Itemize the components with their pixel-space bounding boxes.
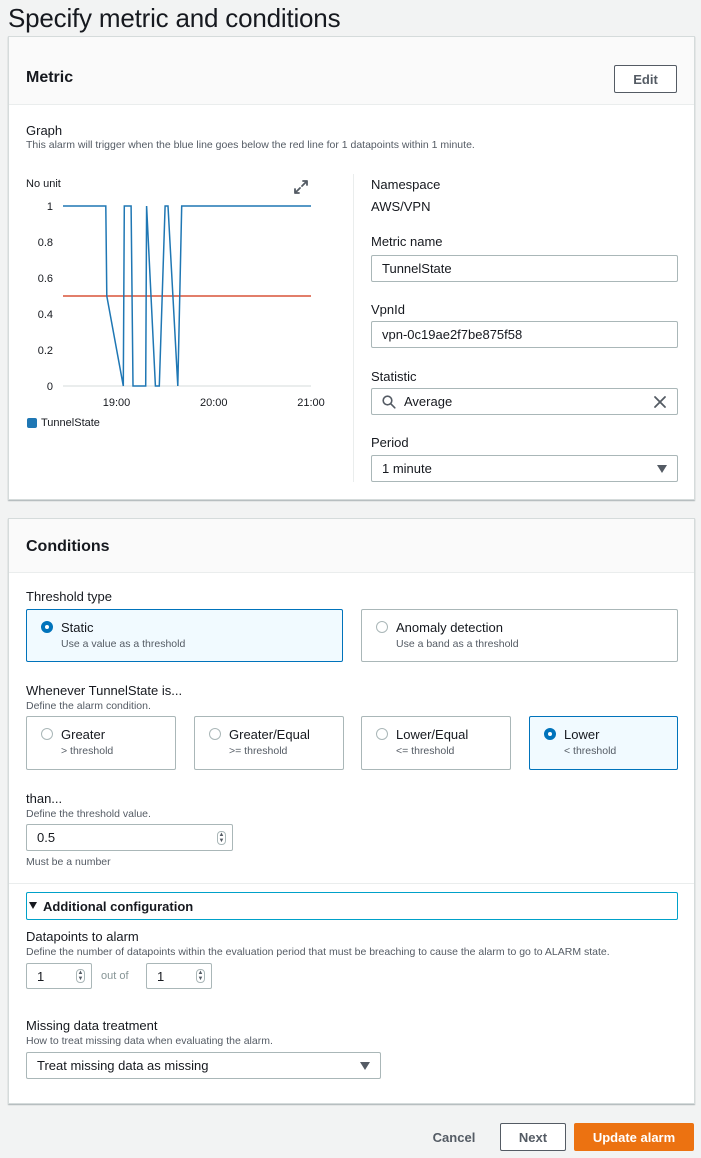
option-title: Lower [564, 727, 600, 742]
radio-selected-icon [41, 621, 53, 633]
edit-button[interactable]: Edit [614, 65, 677, 93]
update-alarm-button[interactable]: Update alarm [574, 1123, 694, 1151]
than-label: than... [26, 791, 63, 806]
y-tick-label: 0 [47, 381, 53, 393]
y-tick-label: 0.6 [38, 273, 53, 285]
datapoints-label: Datapoints to alarm [26, 929, 139, 944]
option-title: Lower/Equal [396, 727, 469, 742]
additional-configuration-toggle[interactable]: Additional configuration [26, 892, 678, 920]
than-description: Define the threshold value. [26, 808, 151, 820]
datapoints-value: 1 [37, 968, 45, 984]
additional-configuration-label: Additional configuration [43, 899, 194, 914]
option-title: Greater/Equal [229, 727, 310, 742]
conditions-panel-title: Conditions [26, 538, 110, 555]
missing-data-description: How to treat missing data when evaluatin… [26, 1035, 273, 1047]
static-option[interactable]: Static Use a value as a threshold [26, 609, 343, 662]
metric-name-label: Metric name [371, 234, 443, 249]
next-button[interactable]: Next [500, 1123, 566, 1151]
metric-name-field[interactable]: TunnelState [371, 255, 678, 282]
lower-equal-option[interactable]: Lower/Equal <= threshold [361, 716, 511, 770]
caret-down-icon [360, 1062, 370, 1070]
missing-data-select[interactable]: Treat missing data as missing [26, 1052, 381, 1079]
x-tick-label: 21:00 [297, 397, 325, 409]
static-subtitle: Use a value as a threshold [61, 638, 186, 650]
y-tick-label: 0.4 [38, 309, 53, 321]
namespace-label: Namespace [371, 177, 441, 192]
anomaly-detection-option[interactable]: Anomaly detection Use a band as a thresh… [361, 609, 678, 662]
threshold-type-label: Threshold type [26, 589, 112, 604]
x-tick-label: 20:00 [200, 397, 228, 409]
lower-option[interactable]: Lower < threshold [529, 716, 678, 770]
datapoints-description: Define the number of datapoints within t… [26, 946, 610, 958]
static-title: Static [61, 620, 94, 635]
conditions-panel-header: Conditions [9, 519, 694, 573]
datapoints-input[interactable]: 1 ▲ ▼ [26, 963, 92, 989]
missing-data-value: Treat missing data as missing [37, 1058, 209, 1073]
clear-icon[interactable] [653, 395, 667, 409]
anomaly-subtitle: Use a band as a threshold [396, 638, 519, 650]
legend-label: TunnelState [41, 417, 100, 429]
y-tick-label: 0.2 [38, 345, 53, 357]
divider [353, 174, 354, 482]
option-subtitle: > threshold [61, 745, 114, 757]
caret-down-icon [29, 902, 37, 909]
statistic-value: Average [404, 394, 453, 409]
greater-equal-option[interactable]: Greater/Equal >= threshold [194, 716, 344, 770]
y-tick-label: 1 [47, 201, 53, 213]
x-tick-label: 19:00 [103, 397, 131, 409]
whenever-label: Whenever TunnelState is... [26, 683, 183, 698]
radio-icon [209, 728, 221, 740]
threshold-value: 0.5 [37, 830, 56, 845]
metric-chart: 1 0.8 0.6 0.4 0.2 0 19:00 20:00 21:00 [38, 201, 325, 409]
statistic-label: Statistic [371, 369, 417, 384]
radio-icon [376, 728, 388, 740]
vpnid-value: vpn-0c19ae2f7be875f58 [382, 327, 523, 342]
statistic-field[interactable]: Average [371, 388, 678, 415]
namespace-value: AWS/VPN [371, 199, 431, 214]
page-title: Specify metric and conditions [8, 3, 341, 33]
radio-selected-icon [544, 728, 556, 740]
option-subtitle: >= threshold [229, 745, 288, 757]
option-title: Greater [61, 727, 106, 742]
missing-data-label: Missing data treatment [26, 1018, 158, 1033]
stepper-icon[interactable]: ▲ ▼ [196, 969, 205, 983]
stepper-icon[interactable]: ▲ ▼ [76, 969, 85, 983]
out-of-label: out of [101, 970, 129, 982]
evaluation-periods-input[interactable]: 1 ▲ ▼ [146, 963, 212, 989]
evaluation-periods-value: 1 [157, 968, 165, 984]
section-divider [9, 883, 694, 884]
threshold-hint: Must be a number [26, 856, 111, 868]
radio-icon [41, 728, 53, 740]
anomaly-title: Anomaly detection [396, 620, 503, 635]
stepper-icon[interactable]: ▲ ▼ [217, 830, 226, 845]
expand-icon[interactable] [293, 179, 309, 195]
period-label: Period [371, 435, 409, 450]
legend-swatch [27, 418, 37, 428]
caret-down-icon [657, 465, 667, 473]
option-subtitle: < threshold [564, 745, 617, 757]
whenever-description: Define the alarm condition. [26, 700, 151, 712]
conditions-panel: Conditions Threshold type Static Use a v… [8, 518, 695, 1104]
metric-panel: Metric Edit Graph This alarm will trigge… [8, 36, 695, 500]
metric-name-value: TunnelState [382, 261, 452, 276]
cancel-button[interactable]: Cancel [421, 1123, 487, 1151]
search-icon [382, 395, 396, 409]
threshold-input[interactable]: 0.5 ▲ ▼ [26, 824, 233, 851]
period-value: 1 minute [382, 461, 432, 476]
option-subtitle: <= threshold [396, 745, 455, 757]
y-tick-label: 0.8 [38, 237, 53, 249]
greater-option[interactable]: Greater > threshold [26, 716, 176, 770]
vpnid-label: VpnId [371, 302, 405, 317]
vpnid-field[interactable]: vpn-0c19ae2f7be875f58 [371, 321, 678, 348]
radio-icon [376, 621, 388, 633]
period-select[interactable]: 1 minute [371, 455, 678, 482]
